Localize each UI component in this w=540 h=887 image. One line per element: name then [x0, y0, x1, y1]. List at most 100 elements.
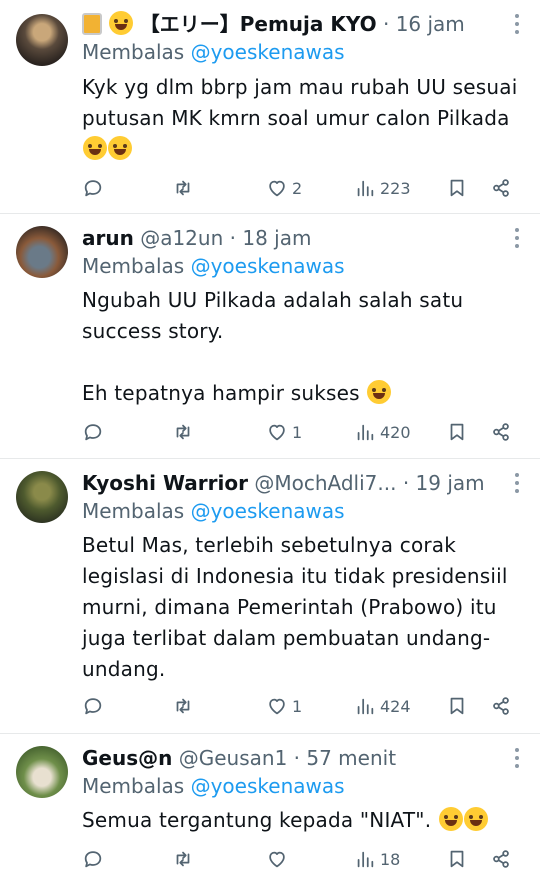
more-options-icon[interactable]: [514, 748, 520, 768]
avatar[interactable]: [16, 14, 68, 66]
reply-tweet[interactable]: arun @a12un · 18 jam Membalas @yoeskenaw…: [0, 214, 540, 459]
reply-tweet[interactable]: Geus@n @Geusan1 · 57 menit Membalas @yoe…: [0, 734, 540, 887]
reply-to-handle[interactable]: @yoeskenawas: [191, 774, 345, 798]
display-name[interactable]: Kyoshi Warrior: [82, 471, 248, 495]
reply-tweet[interactable]: Kyoshi Warrior @MochAdli7... · 19 jam Me…: [0, 459, 540, 734]
like-button[interactable]: 1: [266, 417, 302, 447]
reply-button[interactable]: [82, 691, 104, 721]
tweet-header: 【エリー】Pemuja KYO · 16 jam: [82, 10, 500, 38]
replying-to: Membalas @yoeskenawas: [82, 252, 345, 280]
heart-icon: [269, 424, 285, 441]
like-button[interactable]: 1: [266, 691, 302, 721]
views-chart-icon: [357, 424, 374, 441]
beaming-grin-emoji: [463, 807, 488, 831]
bookmark-button[interactable]: [446, 173, 468, 203]
reply-prefix: Membalas: [82, 499, 185, 523]
like-button[interactable]: [266, 844, 292, 874]
reply-icon: [84, 698, 102, 715]
beer-mug-emoji: [82, 13, 102, 35]
heart-icon: [269, 851, 285, 868]
reply-icon: [84, 424, 102, 441]
rofl-emoji: [108, 136, 132, 160]
repost-button[interactable]: [172, 173, 194, 203]
bookmark-icon: [450, 179, 464, 197]
views-chart-icon: [357, 180, 374, 197]
like-count: 1: [292, 696, 303, 716]
bookmark-button[interactable]: [446, 844, 468, 874]
action-bar: 1 424: [82, 691, 520, 721]
bookmark-button[interactable]: [446, 417, 468, 447]
avatar[interactable]: [16, 471, 68, 523]
bookmark-icon: [450, 423, 464, 441]
reply-button[interactable]: [82, 844, 104, 874]
timestamp[interactable]: 16 jam: [396, 12, 465, 36]
repost-icon: [176, 424, 190, 440]
reply-prefix: Membalas: [82, 774, 185, 798]
tweet-text: Ngubah UU Pilkada adalah salah satu succ…: [82, 285, 520, 409]
share-button[interactable]: [490, 417, 512, 447]
reply-button[interactable]: [82, 417, 104, 447]
user-handle[interactable]: @a12un: [140, 226, 223, 250]
avatar[interactable]: [16, 746, 68, 798]
like-button[interactable]: 2: [266, 173, 302, 203]
tweet-text: Betul Mas, terlebih sebetulnya corak leg…: [82, 530, 520, 685]
share-icon: [493, 697, 509, 715]
timestamp[interactable]: 19 jam: [416, 471, 485, 495]
tweet-text-content: Semua tergantung kepada "NIAT".: [82, 808, 432, 832]
share-button[interactable]: [490, 844, 512, 874]
tweet-text-content: Ngubah UU Pilkada adalah salah satu succ…: [82, 288, 464, 405]
display-name[interactable]: Geus@n: [82, 746, 172, 770]
reply-tweet[interactable]: 【エリー】Pemuja KYO · 16 jam Membalas @yoesk…: [0, 0, 540, 214]
reply-to-handle[interactable]: @yoeskenawas: [191, 499, 345, 523]
user-handle[interactable]: @Geusan1: [179, 746, 288, 770]
tweet-header: Geus@n @Geusan1 · 57 menit: [82, 744, 500, 772]
repost-icon: [176, 180, 190, 196]
views-button[interactable]: 223: [354, 173, 411, 203]
reply-prefix: Membalas: [82, 254, 185, 278]
views-button[interactable]: 18: [354, 844, 400, 874]
reply-button[interactable]: [82, 173, 104, 203]
bookmark-icon: [450, 850, 464, 868]
views-button[interactable]: 420: [354, 417, 411, 447]
repost-button[interactable]: [172, 417, 194, 447]
replying-to: Membalas @yoeskenawas: [82, 772, 345, 800]
replying-to: Membalas @yoeskenawas: [82, 38, 345, 66]
action-bar: 1 420: [82, 417, 520, 447]
more-options-icon[interactable]: [514, 473, 520, 493]
timestamp[interactable]: 18 jam: [242, 226, 311, 250]
views-chart-icon: [357, 851, 374, 868]
tweet-text: Semua tergantung kepada "NIAT".: [82, 805, 520, 836]
grinning-sweat-emoji: [367, 380, 392, 404]
share-button[interactable]: [490, 173, 512, 203]
reply-to-handle[interactable]: @yoeskenawas: [191, 254, 345, 278]
tweet-text-content: Betul Mas, terlebih sebetulnya corak leg…: [82, 533, 515, 681]
user-handle[interactable]: @MochAdli7...: [254, 471, 396, 495]
reply-to-handle[interactable]: @yoeskenawas: [191, 40, 345, 64]
display-name[interactable]: 【エリー】Pemuja KYO: [140, 12, 377, 36]
repost-button[interactable]: [172, 691, 194, 721]
view-count: 420: [380, 422, 411, 442]
more-options-icon[interactable]: [514, 228, 520, 248]
share-button[interactable]: [490, 691, 512, 721]
reply-icon: [84, 851, 102, 868]
view-count: 18: [380, 849, 401, 869]
repost-button[interactable]: [172, 844, 194, 874]
tweet-header: arun @a12un · 18 jam: [82, 224, 500, 252]
timestamp[interactable]: 57 menit: [306, 746, 396, 770]
yawning-face-emoji: [438, 807, 463, 831]
action-bar: 18: [82, 844, 520, 874]
tweet-header: Kyoshi Warrior @MochAdli7... · 19 jam: [82, 469, 500, 497]
views-chart-icon: [357, 698, 374, 715]
repost-icon: [176, 851, 190, 867]
views-button[interactable]: 424: [354, 691, 411, 721]
like-count: 2: [292, 178, 303, 198]
display-name[interactable]: arun: [82, 226, 134, 250]
bookmark-button[interactable]: [446, 691, 468, 721]
heart-icon: [269, 180, 285, 197]
more-options-icon[interactable]: [514, 14, 520, 34]
separator-dot: ·: [229, 226, 236, 250]
action-bar: 2 223: [82, 173, 520, 203]
avatar[interactable]: [16, 226, 68, 278]
share-icon: [493, 423, 509, 441]
grinning-sweat-emoji: [83, 136, 107, 160]
